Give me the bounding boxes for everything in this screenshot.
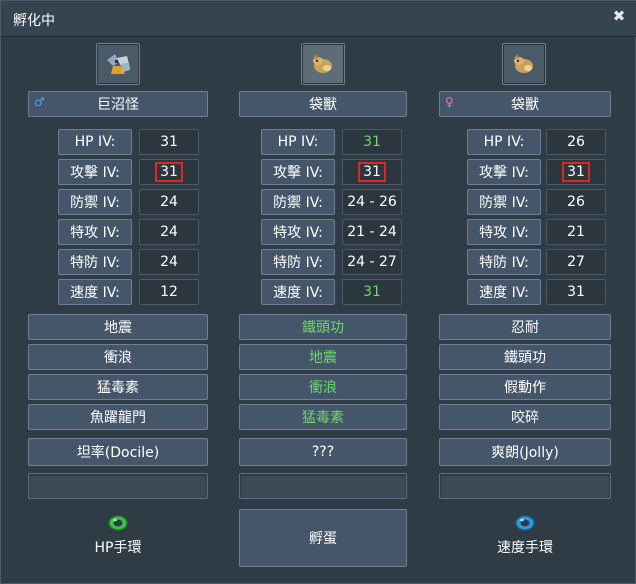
- spa-iv-value: 21 - 24: [342, 219, 402, 245]
- hp-iv-value: 31: [342, 129, 402, 155]
- def-iv-value: 26: [546, 189, 606, 215]
- title-bar: 孵化中 ✖: [1, 1, 636, 37]
- empty-slot-bar: [439, 473, 611, 499]
- pokemon-name: 巨沼怪: [97, 97, 139, 113]
- swampert-sprite: [107, 54, 130, 74]
- hatch-button[interactable]: 孵蛋: [239, 509, 407, 567]
- spd-iv-label: 特防 IV:: [261, 249, 335, 275]
- held-item-left: HP手環: [28, 513, 208, 557]
- atk-iv-value: 31: [139, 159, 199, 185]
- move-button[interactable]: 鐵頭功: [439, 344, 611, 370]
- spd-iv-label: 特防 IV:: [467, 249, 541, 275]
- hp-iv-label: HP IV:: [467, 129, 541, 155]
- atk-iv-label: 攻擊 IV:: [261, 159, 335, 185]
- highlight-box: 31: [562, 162, 590, 182]
- held-item-label: HP手環: [94, 540, 142, 556]
- spd-iv-value: 24: [139, 249, 199, 275]
- window-title: 孵化中: [13, 13, 55, 29]
- spe-iv-value: 12: [139, 279, 199, 305]
- def-iv-label: 防禦 IV:: [467, 189, 541, 215]
- pokemon-name: 袋獸: [511, 97, 539, 113]
- spa-iv-value: 21: [546, 219, 606, 245]
- pokemon-icon[interactable]: [502, 43, 546, 85]
- spd-iv-value: 24 - 27: [342, 249, 402, 275]
- spa-iv-value: 24: [139, 219, 199, 245]
- move-button[interactable]: 猛毒素: [28, 374, 208, 400]
- def-iv-value: 24 - 26: [342, 189, 402, 215]
- spe-iv-label: 速度 IV:: [467, 279, 541, 305]
- move-button[interactable]: 地震: [239, 344, 407, 370]
- spe-iv-label: 速度 IV:: [261, 279, 335, 305]
- pokemon-name: 袋獸: [309, 97, 337, 113]
- empty-slot-bar: [239, 473, 407, 499]
- kangaskhan-sprite: [514, 54, 533, 73]
- spe-iv-value: 31: [342, 279, 402, 305]
- highlight-box: 31: [358, 162, 386, 182]
- spa-iv-label: 特攻 IV:: [261, 219, 335, 245]
- hp-iv-label: HP IV:: [58, 129, 132, 155]
- spa-iv-label: 特攻 IV:: [467, 219, 541, 245]
- female-icon: ♀: [445, 95, 454, 109]
- power-band-icon: [515, 515, 535, 531]
- move-button[interactable]: 衝浪: [239, 374, 407, 400]
- move-button[interactable]: 衝浪: [28, 344, 208, 370]
- move-button[interactable]: 假動作: [439, 374, 611, 400]
- hp-iv-label: HP IV:: [261, 129, 335, 155]
- spd-iv-value: 27: [546, 249, 606, 275]
- pokemon-name-bar[interactable]: 袋獸: [239, 91, 407, 117]
- close-icon[interactable]: ✖: [611, 8, 627, 24]
- nature-button[interactable]: ???: [239, 438, 407, 466]
- pokemon-name-bar[interactable]: ♀ 袋獸: [439, 91, 611, 117]
- pokemon-name-bar[interactable]: ♂ 巨沼怪: [28, 91, 208, 117]
- power-band-icon: [108, 515, 128, 531]
- atk-iv-value: 31: [546, 159, 606, 185]
- male-icon: ♂: [34, 95, 45, 109]
- def-iv-label: 防禦 IV:: [261, 189, 335, 215]
- hp-iv-value: 31: [139, 129, 199, 155]
- hp-iv-value: 26: [546, 129, 606, 155]
- nature-button[interactable]: 坦率(Docile): [28, 438, 208, 466]
- held-item-label: 速度手環: [497, 540, 553, 556]
- move-button[interactable]: 魚躍龍門: [28, 404, 208, 430]
- move-button[interactable]: 猛毒素: [239, 404, 407, 430]
- highlight-box: 31: [155, 162, 183, 182]
- move-button[interactable]: 地震: [28, 314, 208, 340]
- empty-slot-bar: [28, 473, 208, 499]
- kangaskhan-sprite: [313, 54, 332, 73]
- spa-iv-label: 特攻 IV:: [58, 219, 132, 245]
- spe-iv-label: 速度 IV:: [58, 279, 132, 305]
- spd-iv-label: 特防 IV:: [58, 249, 132, 275]
- atk-iv-label: 攻擊 IV:: [58, 159, 132, 185]
- nature-button[interactable]: 爽朗(Jolly): [439, 438, 611, 466]
- pokemon-icon[interactable]: [301, 43, 345, 85]
- def-iv-value: 24: [139, 189, 199, 215]
- atk-iv-value: 31: [342, 159, 402, 185]
- move-button[interactable]: 忍耐: [439, 314, 611, 340]
- spe-iv-value: 31: [546, 279, 606, 305]
- atk-iv-label: 攻擊 IV:: [467, 159, 541, 185]
- pokemon-icon[interactable]: [96, 43, 140, 85]
- move-button[interactable]: 鐵頭功: [239, 314, 407, 340]
- def-iv-label: 防禦 IV:: [58, 189, 132, 215]
- move-button[interactable]: 咬碎: [439, 404, 611, 430]
- held-item-right: 速度手環: [435, 513, 615, 557]
- hatching-window: 孵化中 ✖ ♂ 巨沼怪 袋獸 ♀ 袋獸 HP IV: 31 攻擊 IV: 31 …: [0, 0, 636, 584]
